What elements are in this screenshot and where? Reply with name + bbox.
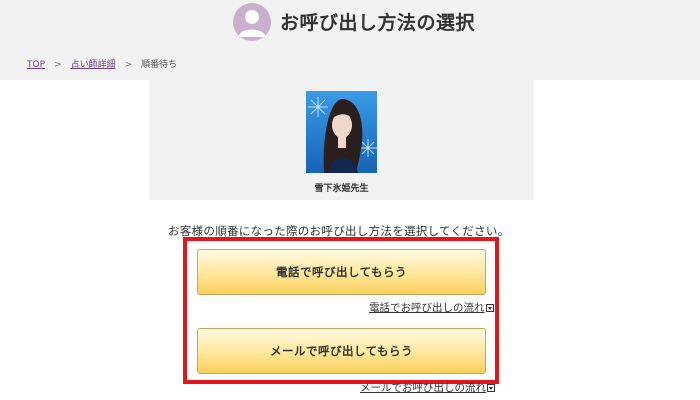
user-icon <box>233 3 271 41</box>
dropdown-arrow-icon <box>487 383 495 392</box>
teacher-name: 雪下氷姫先生 <box>314 184 369 194</box>
mail-flow-link-label: メールでお呼び出しの流れ <box>360 382 486 394</box>
page-title: お呼び出し方法の選択 <box>280 12 476 34</box>
phone-flow-link-label: 電話でお呼び出しの流れ <box>369 302 485 314</box>
phone-flow-link[interactable]: 電話でお呼び出しの流れ <box>369 300 494 315</box>
phone-callback-button[interactable]: 電話で呼び出してもらう <box>197 249 486 295</box>
breadcrumb-separator: > <box>124 60 133 70</box>
breadcrumb-current: 順番待ち <box>141 60 178 70</box>
breadcrumb-link-teacher-detail[interactable]: 占い師詳細 <box>71 60 116 70</box>
page-header: お呼び出し方法の選択 <box>0 0 700 44</box>
breadcrumb-separator: > <box>54 60 62 70</box>
breadcrumb: TOP > 占い師詳細 > 順番待ち <box>27 57 177 70</box>
teacher-photo <box>306 91 377 173</box>
breadcrumb-link-top[interactable]: TOP <box>27 60 45 70</box>
dropdown-arrow-icon <box>485 303 494 312</box>
mail-flow-link[interactable]: メールでお呼び出しの流れ <box>360 380 495 395</box>
mail-callback-button[interactable]: メールで呼び出してもらう <box>197 328 486 374</box>
